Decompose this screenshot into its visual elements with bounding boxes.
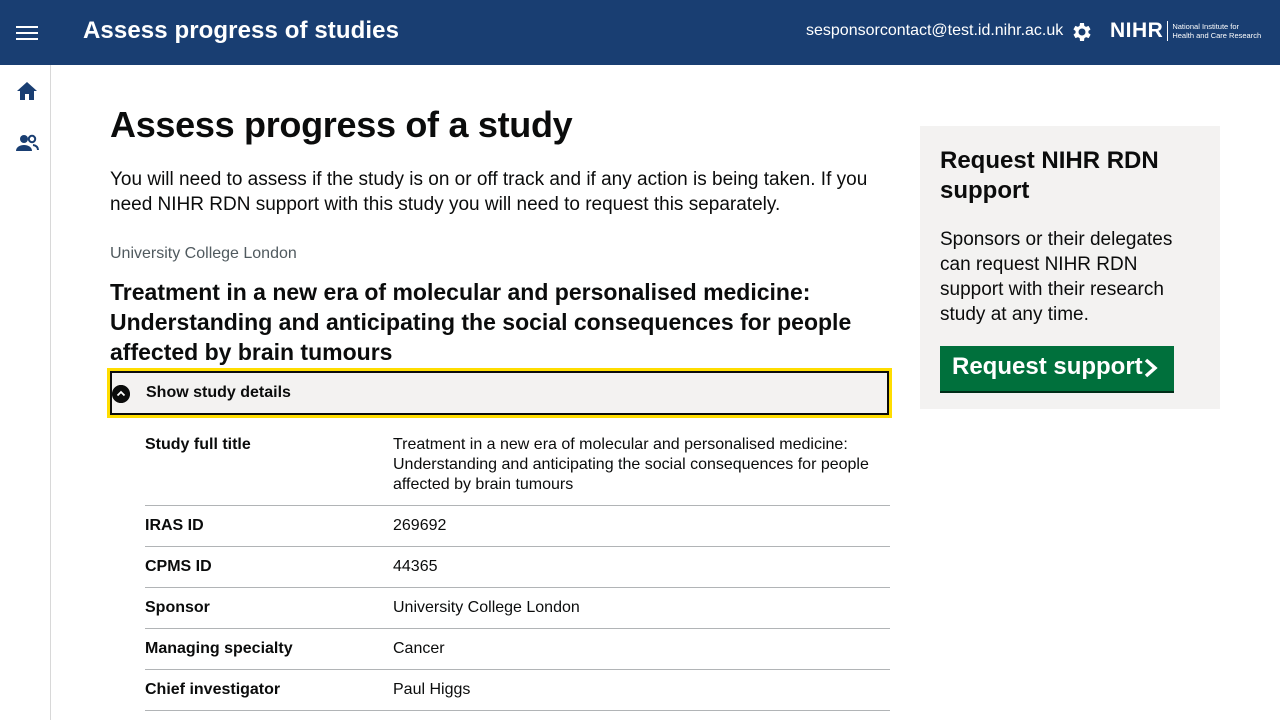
summary-value: Paul Higgs: [393, 681, 471, 698]
app-title[interactable]: Assess progress of studies: [83, 17, 399, 45]
summary-row: CPMS ID 44365: [145, 547, 890, 588]
side-rail: [0, 65, 51, 720]
request-support-panel: Request NIHR RDN support Sponsors or the…: [920, 126, 1220, 409]
summary-value: Treatment in a new era of molecular and …: [393, 436, 869, 493]
summary-value: 269692: [393, 517, 447, 534]
show-study-details-label: Show study details: [146, 384, 291, 401]
summary-key: Sponsor: [145, 599, 210, 616]
summary-key: IRAS ID: [145, 517, 204, 534]
summary-key: Study full title: [145, 436, 251, 453]
logo-main: NIHR: [1110, 19, 1164, 42]
summary-row: Study full title Treatment in a new era …: [145, 425, 890, 506]
study-sponsor-caption: University College London: [110, 245, 297, 262]
summary-key: CPMS ID: [145, 558, 212, 575]
users-icon[interactable]: [14, 131, 40, 155]
settings-gear-icon[interactable]: [1069, 20, 1093, 44]
summary-value: University College London: [393, 599, 580, 616]
summary-row: Chief investigator Paul Higgs: [145, 670, 890, 711]
summary-row: IRAS ID 269692: [145, 506, 890, 547]
top-header: Assess progress of studies sesponsorcont…: [0, 0, 1280, 65]
summary-row: Managing specialty Cancer: [145, 629, 890, 670]
study-title: Treatment in a new era of molecular and …: [110, 279, 852, 365]
summary-row: Sponsor University College London: [145, 588, 890, 629]
user-email: sesponsorcontact@test.id.nihr.ac.uk: [806, 22, 1064, 39]
home-icon[interactable]: [14, 79, 40, 103]
show-study-details-toggle[interactable]: Show study details: [107, 368, 892, 418]
page-title: Assess progress of a study: [110, 104, 573, 145]
logo-divider: [1167, 21, 1169, 41]
summary-key: Managing specialty: [145, 640, 293, 657]
summary-key: Chief investigator: [145, 681, 281, 698]
request-support-button-label: Request support: [952, 353, 1143, 380]
request-support-heading: Request NIHR RDN support: [940, 147, 1159, 204]
logo-sub-line1: National Institute for: [1172, 22, 1240, 31]
menu-icon[interactable]: [14, 22, 40, 44]
logo-sub-line2: Health and Care Research: [1172, 31, 1262, 40]
nihr-logo[interactable]: NIHR National Institute for Health and C…: [1110, 18, 1261, 44]
summary-value: 44365: [393, 558, 438, 575]
logo-subtitle: National Institute for Health and Care R…: [1172, 22, 1261, 40]
request-support-description: Sponsors or their delegates can request …: [940, 229, 1173, 325]
intro-text: You will need to assess if the study is …: [110, 169, 868, 215]
summary-value: Cancer: [393, 640, 445, 657]
request-support-button[interactable]: Request support: [940, 346, 1174, 391]
chevron-up-icon: [112, 385, 130, 403]
study-summary-list: Study full title Treatment in a new era …: [145, 425, 890, 711]
chevron-right-icon: [1144, 358, 1158, 378]
